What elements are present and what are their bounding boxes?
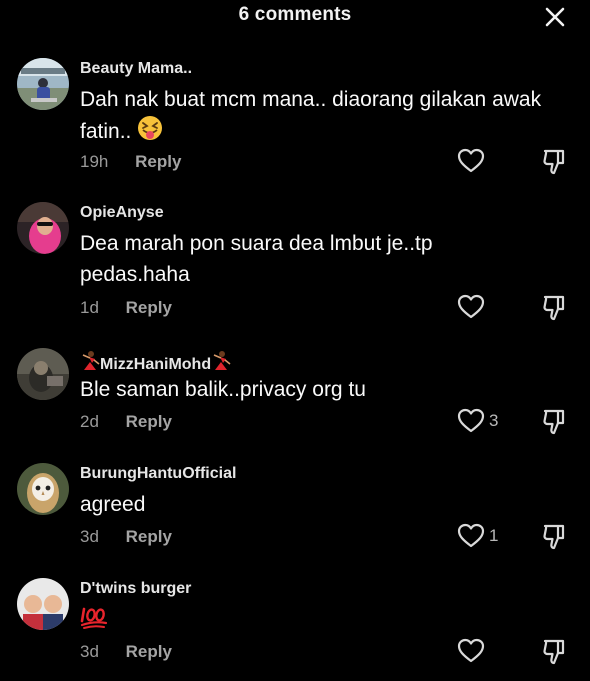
avatar[interactable] <box>17 58 69 110</box>
like-count: 1 <box>489 526 499 545</box>
like-count: 3 <box>489 411 499 430</box>
comment-meta: 3d Reply <box>80 527 172 547</box>
hundred-points-emoji-icon <box>80 604 108 639</box>
heart-outline-icon <box>457 408 485 433</box>
like-button[interactable] <box>457 148 517 178</box>
comment-meta: 2d Reply <box>80 412 172 432</box>
dislike-button[interactable] <box>541 523 571 553</box>
comment-username[interactable]: D'twins burger <box>80 580 191 598</box>
comment-item: D'twins burger 3d Reply <box>0 574 590 674</box>
comment-time: 2d <box>80 412 99 431</box>
comment-username-label: MizzHaniMohd <box>100 356 212 373</box>
comments-header: 6 comments <box>0 0 590 34</box>
comment-time: 19h <box>80 152 109 171</box>
thumbs-down-icon <box>543 639 565 665</box>
avatar[interactable] <box>17 202 69 254</box>
dislike-button[interactable] <box>541 638 571 668</box>
comment-text: Dea marah pon suara dea lmbut je..tp ped… <box>80 232 433 286</box>
squinting-tongue-emoji-icon <box>137 115 163 150</box>
like-button[interactable] <box>457 294 517 324</box>
comment-username[interactable]: BurungHantuOfficial <box>80 465 236 483</box>
comment-meta: 1d Reply <box>80 298 172 318</box>
close-icon <box>545 7 565 27</box>
thumbs-down-icon <box>543 524 565 550</box>
avatar[interactable] <box>17 578 69 630</box>
reply-button[interactable]: Reply <box>126 642 172 662</box>
reply-button[interactable]: Reply <box>126 298 172 318</box>
heart-outline-icon <box>457 638 485 663</box>
comment-time: 1d <box>80 298 99 317</box>
comment-text: Dah nak buat mcm mana.. diaorang gilakan… <box>80 84 580 150</box>
reply-button[interactable]: Reply <box>126 412 172 432</box>
heart-outline-icon <box>457 523 485 548</box>
comment-username[interactable]: MizzHaniMohd <box>80 350 231 377</box>
avatar[interactable] <box>17 348 69 400</box>
comment-item: Beauty Mama.. Dah nak buat mcm mana.. di… <box>0 54 590 184</box>
thumbs-down-icon <box>543 409 565 435</box>
comment-text <box>80 604 580 639</box>
close-button[interactable] <box>542 4 568 30</box>
like-button[interactable]: 1 <box>457 523 517 553</box>
heart-outline-icon <box>457 294 485 319</box>
comment-time: 3d <box>80 642 99 661</box>
reply-button[interactable]: Reply <box>126 527 172 547</box>
like-button[interactable] <box>457 638 517 668</box>
comment-meta: 3d Reply <box>80 642 172 662</box>
comment-item: OpieAnyse Dea marah pon suara dea lmbut … <box>0 200 590 330</box>
comment-text: Ble saman balik..privacy org tu <box>80 378 366 401</box>
like-button[interactable]: 3 <box>457 408 517 438</box>
dancer-emoji-icon <box>80 350 100 377</box>
comment-username[interactable]: Beauty Mama.. <box>80 60 192 78</box>
dancer-emoji-icon <box>211 350 231 377</box>
comment-item: MizzHaniMohd Ble saman balik..privacy or… <box>0 344 590 444</box>
dislike-button[interactable] <box>541 148 571 178</box>
dislike-button[interactable] <box>541 408 571 438</box>
avatar[interactable] <box>17 463 69 515</box>
comment-time: 3d <box>80 527 99 546</box>
thumbs-down-icon <box>543 149 565 175</box>
comment-meta: 19h Reply <box>80 152 181 172</box>
comment-item: BurungHantuOfficial agreed 3d Reply 1 <box>0 459 590 559</box>
comment-username[interactable]: OpieAnyse <box>80 204 164 222</box>
thumbs-down-icon <box>543 295 565 321</box>
reply-button[interactable]: Reply <box>135 152 181 172</box>
heart-outline-icon <box>457 148 485 173</box>
dislike-button[interactable] <box>541 294 571 324</box>
comments-count-title: 6 comments <box>238 4 352 25</box>
comment-text: agreed <box>80 493 146 516</box>
